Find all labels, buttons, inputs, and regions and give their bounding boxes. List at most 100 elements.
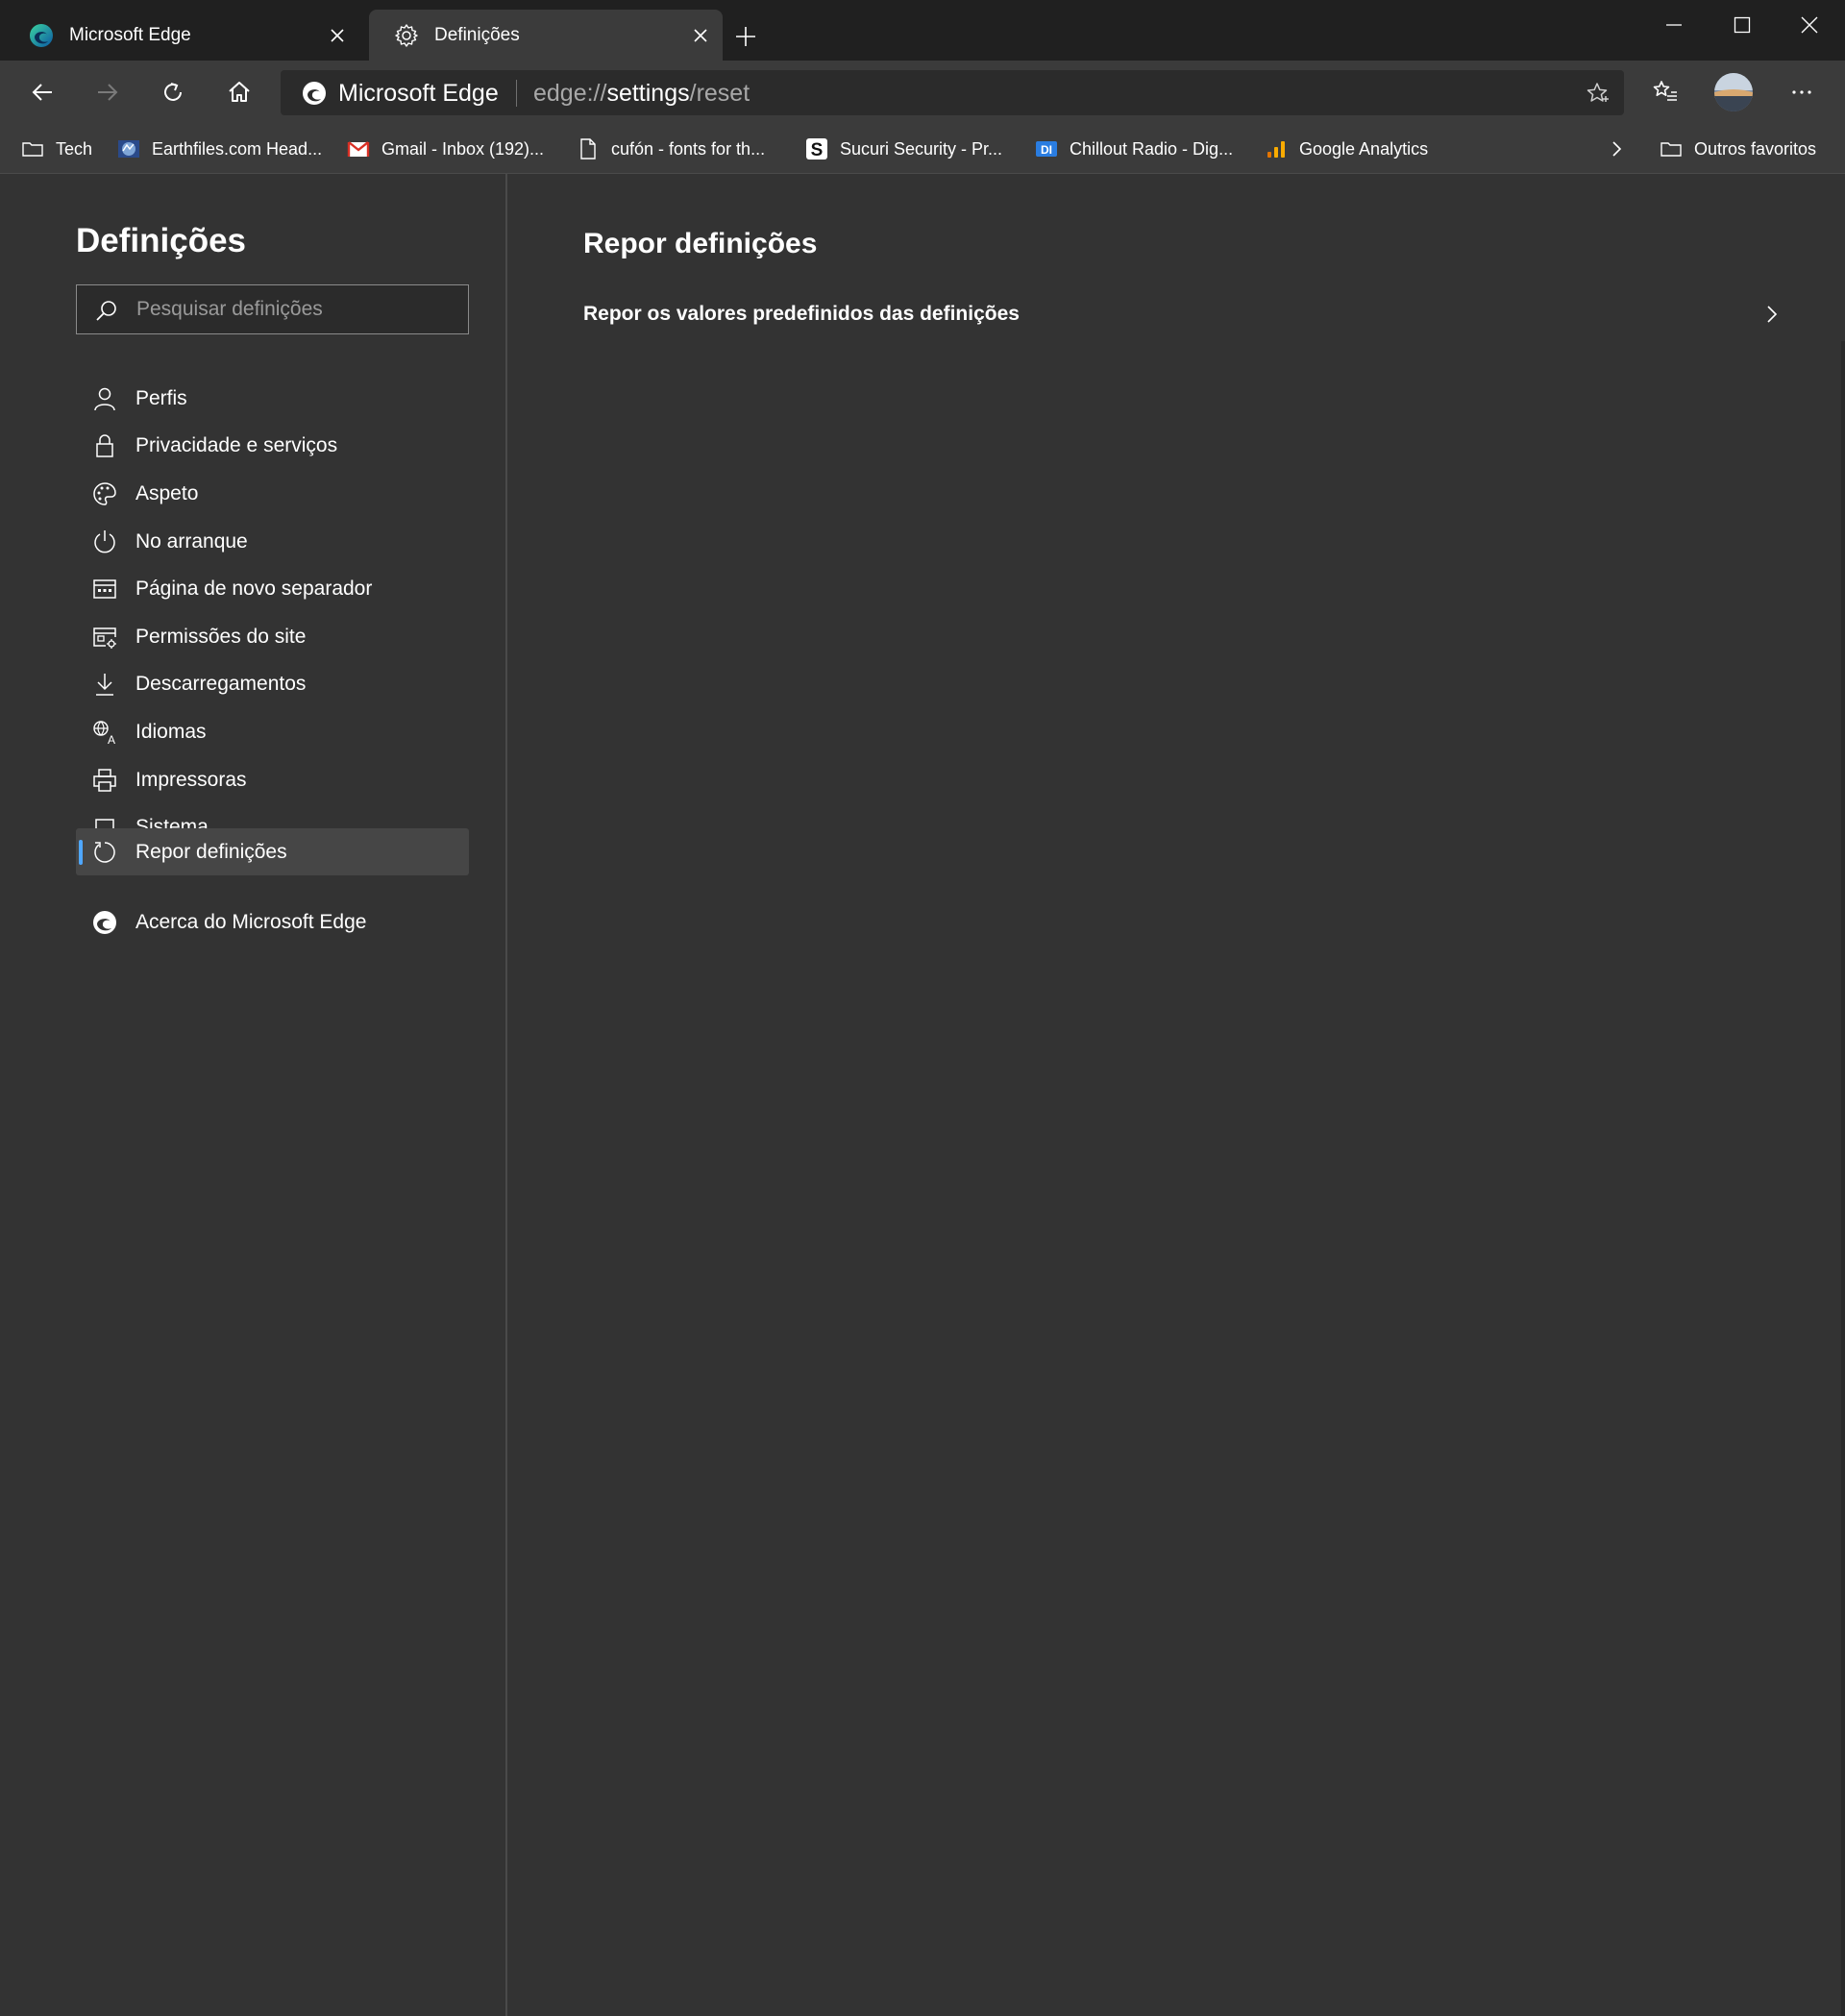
sidebar-item-novo-separador[interactable]: Página de novo separador [76,565,469,612]
more-favorites-chevron-icon[interactable] [1605,137,1628,160]
sidebar-item-privacidade[interactable]: Privacidade e serviços [76,422,469,469]
edge-logo-icon [93,910,116,934]
sidebar-item-label: Impressoras [135,768,247,791]
other-favorites-label: Outros favoritos [1694,138,1817,159]
svg-text:DI: DI [1041,143,1052,157]
sidebar-item-perfis[interactable]: Perfis [76,375,469,422]
favorites-icon[interactable] [1649,76,1682,109]
gmail-icon [347,141,370,157]
sidebar-item-label: Privacidade e serviços [135,433,338,456]
close-tab-icon[interactable] [327,25,348,46]
bookmark-google-analytics[interactable]: Google Analytics [1265,135,1428,163]
page-icon [580,138,596,160]
back-arrow-icon[interactable] [26,76,59,109]
reset-icon [94,841,115,863]
sidebar-item-descarregamentos[interactable]: Descarregamentos [76,660,469,707]
settings-content: Repor definições Repor os valores predef… [509,174,1845,2016]
window-edge [1841,341,1845,2016]
url-text[interactable]: edge://settings/reset [533,80,750,108]
close-window-icon[interactable] [1796,12,1823,38]
tab-label: Definições [434,24,520,45]
bookmark-earthfiles[interactable]: Earthfiles.com Head... [117,135,322,163]
bookmark-gmail[interactable]: Gmail - Inbox (192)... [347,135,544,163]
bookmark-label: Tech [56,138,93,159]
url-host: settings [606,80,690,107]
chevron-right-icon [1767,306,1778,323]
sidebar-item-label: Descarregamentos [135,672,307,695]
address-separator [516,80,517,107]
bookmark-label: Earthfiles.com Head... [152,138,323,159]
sidebar-item-label: Idiomas [135,720,207,743]
sidebar-item-label: Página de novo separador [135,577,373,600]
sucuri-icon: S [806,138,827,160]
profile-avatar[interactable] [1714,73,1753,111]
address-bar[interactable]: Microsoft Edge edge://settings/reset [281,70,1624,115]
minimize-icon[interactable] [1660,12,1687,38]
new-tab-page-icon [93,578,116,599]
sidebar-item-impressoras[interactable]: Impressoras [76,756,469,803]
sidebar-item-label: Aspeto [135,481,199,504]
sidebar-item-label: Perfis [135,386,187,409]
search-settings-box[interactable] [76,284,469,334]
sidebar-title: Definições [76,222,246,259]
favorites-bar: Tech Earthfiles.com Head... Gmail - Inbo… [0,125,1845,174]
bookmark-cufon[interactable]: cufón - fonts for th... [577,135,765,163]
download-icon [96,673,113,696]
bookmark-label: Gmail - Inbox (192)... [381,138,545,159]
site-name: Microsoft Edge [338,80,499,107]
refresh-icon[interactable] [157,76,189,109]
reset-to-defaults-label: Repor os valores predefinidos das defini… [583,303,1020,325]
sidebar-item-label: Acerca do Microsoft Edge [135,910,367,933]
bookmark-label: Chillout Radio - Dig... [1070,138,1234,159]
maximize-icon[interactable] [1729,12,1756,38]
settings-sidebar: Definições Perfis Privacidade e serviços… [0,174,507,2016]
tab-definicoes[interactable]: Definições [369,10,723,61]
tab-microsoft-edge[interactable]: Microsoft Edge [4,10,359,61]
site-permissions-icon [93,627,116,649]
search-input[interactable] [136,285,454,333]
page-title: Repor definições [583,228,818,259]
search-icon [96,301,116,321]
toolbar: Microsoft Edge edge://settings/reset [0,61,1845,125]
earthfiles-icon [118,140,139,158]
new-tab-icon[interactable] [732,23,759,50]
bookmark-label: Sucuri Security - Pr... [840,138,1003,159]
bookmark-sucuri[interactable]: S Sucuri Security - Pr... [805,135,1002,163]
bookmark-tech[interactable]: Tech [21,135,92,163]
sidebar-item-label: Repor definições [135,840,287,863]
svg-text:A: A [108,733,115,746]
bookmark-label: cufón - fonts for th... [611,138,766,159]
sidebar-item-aspeto[interactable]: Aspeto [76,470,469,517]
edge-logo-icon [30,23,53,47]
svg-text:S: S [811,140,824,160]
avatar-image [1714,73,1753,111]
url-scheme: edge:// [533,80,607,107]
tab-strip: Microsoft Edge Definições [0,0,1845,61]
palette-icon [93,481,116,505]
close-tab-icon[interactable] [690,25,711,46]
gear-icon [395,23,418,47]
forward-arrow-icon[interactable] [91,76,124,109]
more-options-icon[interactable] [1785,76,1818,109]
sidebar-item-permissoes[interactable]: Permissões do site [76,613,469,660]
analytics-icon [1267,141,1285,158]
sidebar-item-repor-definicoes[interactable]: Repor definições [76,828,469,875]
sidebar-item-arranque[interactable]: No arranque [76,518,469,565]
folder-icon [1660,142,1682,157]
add-favorite-star-icon[interactable] [1584,80,1611,107]
languages-icon: A [93,720,115,746]
di-icon: DI [1036,141,1057,157]
lock-icon [96,433,113,457]
sidebar-item-label: No arranque [135,529,248,553]
sidebar-item-acerca[interactable]: Acerca do Microsoft Edge [76,898,469,946]
other-favorites[interactable]: Outros favoritos [1660,135,1816,163]
sidebar-item-idiomas[interactable]: A Idiomas [76,708,469,755]
person-icon [94,387,115,410]
bookmark-chillout-radio[interactable]: DI Chillout Radio - Dig... [1035,135,1233,163]
printer-icon [93,768,116,792]
reset-to-defaults-row[interactable]: Repor os valores predefinidos das defini… [583,290,1787,338]
home-icon[interactable] [223,76,256,109]
power-icon [94,529,115,553]
edge-logo-icon [303,82,326,105]
tab-label: Microsoft Edge [69,24,191,45]
